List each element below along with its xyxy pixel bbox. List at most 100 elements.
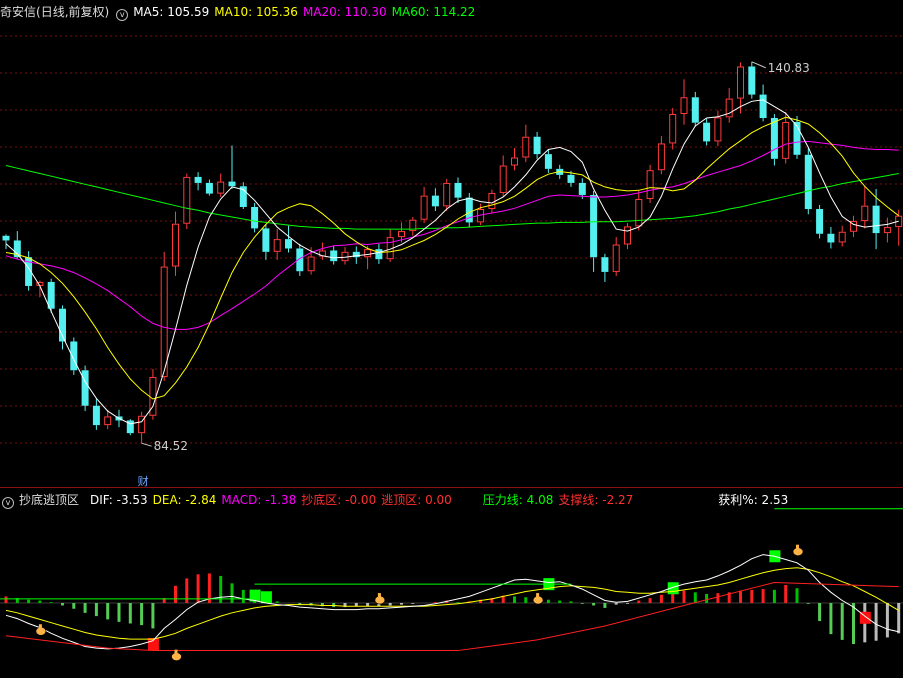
candle-body — [522, 136, 530, 158]
candle — [251, 202, 259, 233]
candle — [59, 305, 66, 350]
candle — [533, 132, 541, 159]
candle — [205, 179, 213, 196]
candle-body — [861, 205, 869, 222]
candle — [70, 337, 78, 375]
candle — [228, 145, 236, 189]
candle — [827, 227, 835, 249]
candle-body — [262, 228, 270, 252]
candle-body — [646, 170, 654, 199]
ma10-line — [5, 116, 900, 400]
candle — [454, 177, 462, 203]
ma20-line — [5, 140, 899, 330]
candle — [409, 217, 417, 236]
candle-body — [420, 195, 428, 220]
candle — [691, 91, 699, 127]
low-price-label: 84.52 — [154, 439, 188, 453]
signal-marker — [260, 591, 272, 604]
candle-body — [511, 157, 518, 166]
candle-body — [160, 266, 168, 377]
candle-body — [872, 205, 880, 234]
candle-body — [567, 174, 575, 183]
candle — [646, 164, 654, 203]
candle — [47, 278, 55, 313]
candle — [273, 229, 281, 260]
candle — [612, 237, 620, 276]
candle-body — [714, 117, 722, 142]
candle-body — [748, 66, 756, 95]
hand-pointer-icon — [532, 593, 544, 605]
candle — [341, 247, 349, 265]
candle-body — [635, 198, 643, 227]
candle — [680, 79, 688, 125]
candle — [183, 173, 191, 230]
candle — [703, 118, 711, 146]
candle — [149, 368, 157, 420]
low-pointer — [141, 442, 152, 447]
candle-body — [398, 231, 405, 238]
candle-body — [770, 118, 778, 159]
candle-body — [612, 244, 620, 272]
candle — [838, 225, 846, 247]
ma5-line — [5, 99, 899, 425]
candle — [375, 243, 383, 264]
candle — [262, 224, 270, 260]
candle — [624, 223, 631, 250]
candle-body — [691, 97, 699, 123]
candle-body — [81, 370, 89, 406]
candle-body — [273, 239, 281, 252]
candle — [386, 229, 394, 262]
hand-finger — [174, 649, 178, 655]
candle-body — [816, 209, 824, 234]
candle-body — [70, 341, 78, 371]
candle — [443, 178, 451, 212]
candle-body — [883, 227, 891, 234]
candle — [793, 116, 801, 159]
candle — [431, 188, 439, 212]
candle-body — [759, 94, 767, 119]
candle — [759, 84, 767, 122]
hand-finger — [796, 544, 799, 550]
candle-body — [251, 207, 259, 229]
candle-body — [578, 182, 586, 195]
candle — [2, 234, 10, 250]
candle — [92, 398, 100, 430]
candle — [81, 365, 89, 412]
candle — [804, 148, 812, 215]
hand-finger — [38, 624, 42, 630]
candle-body — [590, 194, 598, 258]
candle-body — [782, 122, 790, 159]
candle-body — [601, 257, 609, 272]
candle-body — [454, 182, 462, 198]
candle-body — [183, 176, 191, 224]
hand-pointer-icon — [171, 649, 182, 661]
candle — [522, 124, 530, 163]
candle-body — [838, 231, 846, 243]
hand-pointer-icon — [374, 593, 386, 605]
candle-body — [307, 256, 315, 272]
hand-finger — [377, 593, 381, 599]
candlestick-chart[interactable]: 140.83 84.52 财 — [0, 0, 903, 487]
candle — [194, 172, 202, 191]
macd-chart[interactable] — [0, 488, 903, 678]
candle-body — [544, 154, 552, 169]
candle-body — [228, 181, 236, 187]
candle-body — [205, 182, 213, 194]
candle — [172, 211, 179, 276]
candle-body — [657, 143, 665, 171]
candle — [285, 225, 292, 253]
candle — [669, 107, 677, 150]
candle-body — [217, 181, 225, 194]
candle-body — [624, 226, 631, 245]
candle — [725, 87, 733, 123]
candle — [126, 419, 134, 436]
candle — [217, 173, 225, 197]
candle-body — [703, 122, 711, 142]
candle — [239, 182, 247, 210]
candle — [850, 215, 857, 238]
candle — [420, 186, 428, 224]
event-tag: 财 — [138, 474, 149, 487]
candle-body — [669, 113, 677, 144]
candle — [816, 204, 824, 239]
candle — [330, 245, 338, 265]
